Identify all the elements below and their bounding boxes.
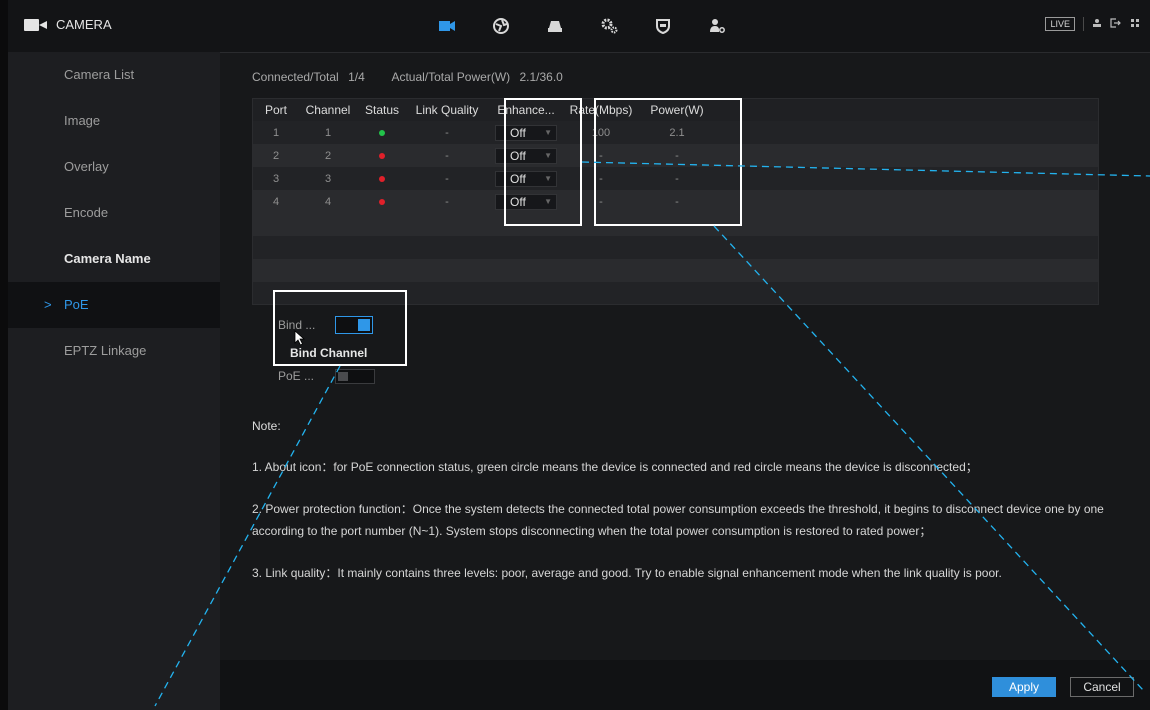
guide-line bbox=[713, 225, 1144, 691]
guide-line bbox=[581, 161, 1150, 177]
annotation-lines bbox=[154, 161, 1150, 707]
camera-settings-window: CAMERA LIVE Camera List Image Overlay En… bbox=[8, 0, 1150, 710]
guide-line bbox=[154, 365, 341, 707]
